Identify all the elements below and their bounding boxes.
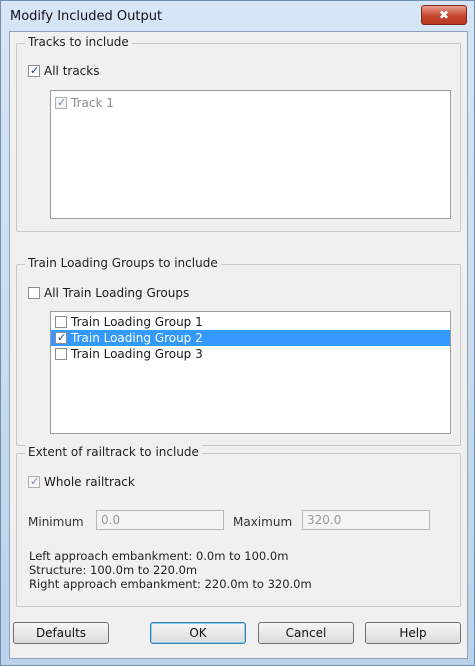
minimum-field[interactable]: 0.0: [96, 510, 224, 530]
maximum-field[interactable]: 320.0: [302, 510, 430, 530]
extent-group: Extent of railtrack to include Whole rai…: [16, 445, 461, 607]
structure-info: Structure: 100.0m to 220.0m: [29, 563, 198, 577]
cancel-button[interactable]: Cancel: [258, 622, 354, 644]
list-item[interactable]: Track 1: [51, 95, 450, 111]
minimum-label: Minimum: [28, 515, 84, 529]
tlg-group: Train Loading Groups to include All Trai…: [16, 256, 461, 446]
defaults-button[interactable]: Defaults: [13, 622, 109, 644]
whole-railtrack-label: Whole railtrack: [44, 475, 135, 489]
all-tracks-label: All tracks: [44, 64, 100, 78]
ok-button[interactable]: OK: [150, 622, 246, 644]
whole-railtrack-checkbox[interactable]: [28, 476, 40, 488]
tlg-1-label: Train Loading Group 1: [71, 315, 203, 329]
whole-railtrack-checkbox-row[interactable]: Whole railtrack: [28, 475, 135, 489]
maximum-label: Maximum: [233, 515, 293, 529]
tracks-group-title: Tracks to include: [25, 35, 132, 49]
all-tlg-label: All Train Loading Groups: [44, 286, 190, 300]
dialog-client: Tracks to include All tracks Track 1 Tra…: [9, 31, 468, 659]
dialog-title: Modify Included Output: [10, 9, 163, 24]
tlg-listbox[interactable]: Train Loading Group 1 Train Loading Grou…: [50, 311, 451, 434]
track-1-label: Track 1: [71, 96, 114, 110]
right-approach-info: Right approach embankment: 220.0m to 320…: [29, 577, 312, 591]
tlg-2-checkbox[interactable]: [55, 332, 67, 344]
title-bar[interactable]: Modify Included Output ✖: [1, 1, 474, 31]
all-tracks-checkbox-row[interactable]: All tracks: [28, 64, 99, 78]
close-icon[interactable]: ✖: [421, 5, 467, 25]
list-item[interactable]: Train Loading Group 2: [51, 330, 450, 346]
help-button[interactable]: Help: [365, 622, 461, 644]
track-1-checkbox[interactable]: [55, 97, 67, 109]
all-tlg-checkbox-row[interactable]: All Train Loading Groups: [28, 286, 189, 300]
tlg-3-checkbox[interactable]: [55, 348, 67, 360]
tlg-group-title: Train Loading Groups to include: [25, 256, 221, 270]
tracks-listbox[interactable]: Track 1: [50, 90, 451, 219]
all-tlg-checkbox[interactable]: [28, 287, 40, 299]
tlg-1-checkbox[interactable]: [55, 316, 67, 328]
all-tracks-checkbox[interactable]: [28, 65, 40, 77]
list-item[interactable]: Train Loading Group 1: [51, 314, 450, 330]
list-item[interactable]: Train Loading Group 3: [51, 346, 450, 362]
left-approach-info: Left approach embankment: 0.0m to 100.0m: [29, 549, 289, 563]
dialog-window: Modify Included Output ✖ Tracks to inclu…: [0, 0, 475, 666]
tracks-group: Tracks to include All tracks Track 1: [16, 35, 461, 232]
tlg-3-label: Train Loading Group 3: [71, 347, 203, 361]
tlg-2-label: Train Loading Group 2: [71, 331, 203, 345]
extent-group-title: Extent of railtrack to include: [25, 445, 202, 459]
